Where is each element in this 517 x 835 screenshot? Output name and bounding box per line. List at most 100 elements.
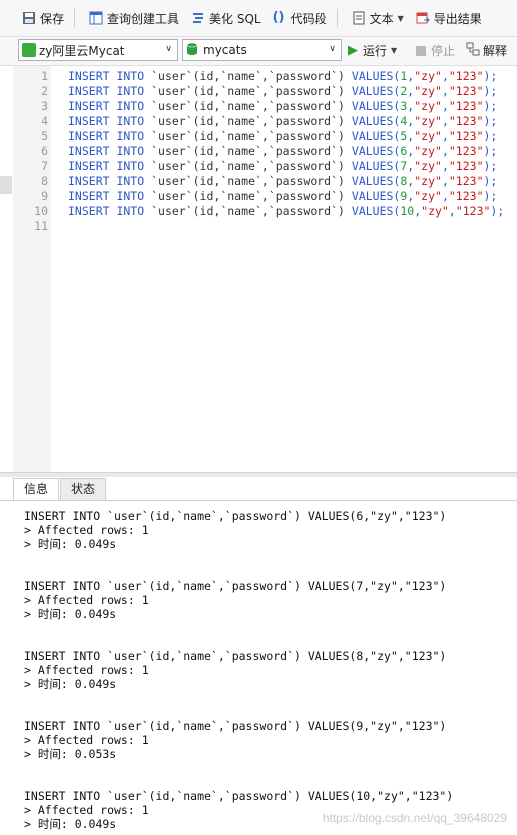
code-text: INSERT INTO `user`(id,`name`,`password`)… bbox=[68, 159, 497, 174]
sql-string: "zy" bbox=[414, 144, 442, 158]
beautify-sql-button[interactable]: 美化 SQL bbox=[187, 6, 265, 30]
sql-keyword: INSERT INTO bbox=[68, 144, 152, 158]
code-line[interactable]: 2 INSERT INTO `user`(id,`name`,`password`… bbox=[13, 84, 517, 99]
sql-string: "zy" bbox=[414, 99, 442, 113]
stop-button[interactable]: 停止 bbox=[416, 42, 455, 59]
sql-identifier: `user`(id,`name`,`password`) bbox=[151, 99, 352, 113]
connection-select[interactable]: zy阿里云Mycat ∨ bbox=[18, 39, 178, 61]
sql-punct: , bbox=[441, 144, 449, 158]
sql-identifier: `user`(id,`name`,`password`) bbox=[151, 159, 352, 173]
panel-splitter[interactable] bbox=[0, 472, 517, 477]
code-text: INSERT INTO `user`(id,`name`,`password`)… bbox=[68, 129, 497, 144]
sql-number: 10 bbox=[400, 204, 415, 218]
sql-punct: , bbox=[441, 129, 449, 143]
code-line[interactable]: 1 INSERT INTO `user`(id,`name`,`password`… bbox=[13, 69, 517, 84]
sql-punct: ); bbox=[483, 144, 498, 158]
sql-string: "123" bbox=[448, 99, 484, 113]
line-number: 4 bbox=[41, 114, 48, 128]
sql-identifier: `user`(id,`name`,`password`) bbox=[151, 144, 352, 158]
explain-button[interactable]: 解释 bbox=[466, 42, 507, 59]
left-panel-edge bbox=[0, 176, 12, 194]
code-line[interactable]: 9 INSERT INTO `user`(id,`name`,`password`… bbox=[13, 189, 517, 204]
sql-string: "123" bbox=[448, 144, 484, 158]
sql-string: "123" bbox=[448, 114, 484, 128]
text-mode-button[interactable]: 文本 ▼ bbox=[348, 6, 408, 30]
sql-keyword: INSERT INTO bbox=[68, 189, 152, 203]
query-builder-label: 查询创建工具 bbox=[107, 11, 180, 26]
explain-label: 解释 bbox=[483, 44, 508, 58]
sql-identifier: `user`(id,`name`,`password`) bbox=[151, 189, 352, 203]
sql-identifier: `user`(id,`name`,`password`) bbox=[151, 174, 352, 188]
code-text: INSERT INTO `user`(id,`name`,`password`)… bbox=[68, 114, 497, 129]
code-line[interactable]: 10 INSERT INTO `user`(id,`name`,`password… bbox=[13, 204, 517, 219]
sql-keyword: INSERT INTO bbox=[68, 159, 152, 173]
message-affected-rows: > Affected rows: 1 bbox=[24, 523, 149, 537]
code-line[interactable]: 7 INSERT INTO `user`(id,`name`,`password`… bbox=[13, 159, 517, 174]
chevron-down-icon: ∨ bbox=[165, 44, 172, 54]
result-tabs: 信息 状态 bbox=[13, 478, 107, 501]
line-number: 7 bbox=[41, 159, 48, 173]
code-line[interactable]: 11 bbox=[13, 219, 517, 234]
snippet-label: 代码段 bbox=[290, 11, 327, 26]
code-line[interactable]: 3 INSERT INTO `user`(id,`name`,`password`… bbox=[13, 99, 517, 114]
query-builder-button[interactable]: 查询创建工具 bbox=[85, 6, 183, 30]
message-log: INSERT INTO `user`(id,`name`,`password`)… bbox=[0, 500, 517, 835]
sql-keyword: INSERT INTO bbox=[68, 69, 152, 83]
sql-punct: , bbox=[441, 189, 449, 203]
sql-punct: , bbox=[441, 114, 449, 128]
sql-punct: , bbox=[448, 204, 456, 218]
main-toolbar: 保存 查询创建工具 美化 SQL () 代码段 文本 ▼ 导出结果 bbox=[0, 0, 517, 37]
sql-punct: ); bbox=[483, 174, 498, 188]
text-mode-label: 文本 bbox=[369, 11, 394, 26]
message-affected-rows: > Affected rows: 1 bbox=[24, 803, 149, 817]
save-button[interactable]: 保存 bbox=[18, 6, 68, 30]
sql-keyword: VALUES( bbox=[351, 114, 401, 128]
export-label: 导出结果 bbox=[433, 11, 482, 26]
sql-keyword: INSERT INTO bbox=[68, 84, 152, 98]
code-line[interactable]: 8 INSERT INTO `user`(id,`name`,`password`… bbox=[13, 174, 517, 189]
snippet-icon: () bbox=[272, 10, 285, 25]
sql-keyword: VALUES( bbox=[351, 159, 401, 173]
code-text: INSERT INTO `user`(id,`name`,`password`)… bbox=[68, 99, 497, 114]
code-line[interactable]: 5 INSERT INTO `user`(id,`name`,`password`… bbox=[13, 129, 517, 144]
code-line[interactable]: 6 INSERT INTO `user`(id,`name`,`password`… bbox=[13, 144, 517, 159]
sql-keyword: VALUES( bbox=[351, 129, 401, 143]
code-text: INSERT INTO `user`(id,`name`,`password`)… bbox=[68, 69, 497, 84]
run-button[interactable]: ▶ 运行 ▼ bbox=[348, 42, 397, 59]
connection-bar: zy阿里云Mycat ∨ mycats ∨ ▶ 运行 ▼ 停止 解释 bbox=[0, 37, 517, 66]
code-text: INSERT INTO `user`(id,`name`,`password`)… bbox=[68, 204, 504, 219]
line-number: 6 bbox=[41, 144, 48, 158]
sql-keyword: VALUES( bbox=[351, 144, 401, 158]
toolbar-divider bbox=[74, 9, 76, 27]
database-select[interactable]: mycats ∨ bbox=[182, 39, 342, 61]
sql-keyword: VALUES( bbox=[351, 99, 401, 113]
sql-editor[interactable]: 1 INSERT INTO `user`(id,`name`,`password`… bbox=[13, 66, 517, 472]
sql-string: "123" bbox=[448, 84, 484, 98]
message-affected-rows: > Affected rows: 1 bbox=[24, 733, 149, 747]
snippet-button[interactable]: () 代码段 bbox=[269, 6, 331, 30]
sql-punct: ); bbox=[483, 159, 498, 173]
tab-info[interactable]: 信息 bbox=[13, 478, 60, 501]
sql-punct: ); bbox=[483, 114, 498, 128]
sql-identifier: `user`(id,`name`,`password`) bbox=[151, 204, 352, 218]
stop-icon bbox=[416, 45, 426, 56]
sql-keyword: VALUES( bbox=[351, 174, 401, 188]
play-icon: ▶ bbox=[348, 43, 358, 58]
chevron-down-icon: ▼ bbox=[391, 46, 398, 55]
sql-punct: ); bbox=[483, 189, 498, 203]
tab-status[interactable]: 状态 bbox=[60, 478, 107, 500]
run-label: 运行 bbox=[363, 44, 388, 58]
stop-label: 停止 bbox=[431, 44, 456, 58]
code-line[interactable]: 4 INSERT INTO `user`(id,`name`,`password`… bbox=[13, 114, 517, 129]
explain-icon bbox=[466, 42, 480, 59]
sql-punct: , bbox=[441, 69, 449, 83]
line-number: 11 bbox=[34, 219, 48, 233]
code-text: INSERT INTO `user`(id,`name`,`password`)… bbox=[68, 84, 497, 99]
sql-string: "123" bbox=[448, 159, 484, 173]
text-document-icon bbox=[352, 11, 366, 25]
connection-icon bbox=[22, 43, 36, 57]
line-number: 10 bbox=[34, 204, 48, 218]
code-text: INSERT INTO `user`(id,`name`,`password`)… bbox=[68, 189, 497, 204]
export-results-button[interactable]: 导出结果 bbox=[412, 6, 486, 30]
message-affected-rows: > Affected rows: 1 bbox=[24, 663, 149, 677]
